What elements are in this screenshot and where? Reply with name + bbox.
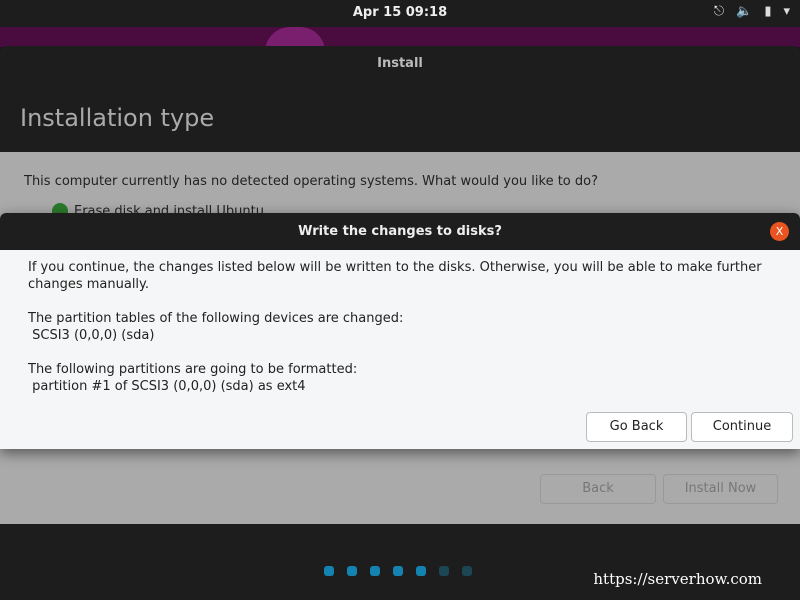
progress-dot: [439, 566, 449, 576]
progress-dots: [324, 566, 472, 576]
volume-icon: 🔈: [736, 4, 753, 19]
partition-tables-label: The partition tables of the following de…: [28, 311, 404, 326]
clock[interactable]: Apr 15 09:18: [0, 5, 800, 20]
progress-dot: [416, 566, 426, 576]
window-title: Install: [377, 56, 423, 71]
partition-list: partition #1 of SCSI3 (0,0,0) (sda) as e…: [28, 379, 306, 394]
dialog-body: If you continue, the changes listed belo…: [0, 250, 800, 421]
menu-arrow-icon: ▾: [783, 4, 790, 19]
install-now-button[interactable]: Install Now: [663, 474, 778, 504]
top-bar: Apr 15 09:18 ⎋ 🔈 ▮ ▾: [0, 0, 800, 27]
progress-dot: [370, 566, 380, 576]
back-button[interactable]: Back: [540, 474, 656, 504]
question-text: This computer currently has no detected …: [24, 174, 598, 189]
page-title: Installation type: [20, 104, 215, 132]
watermark: https://serverhow.com: [593, 570, 762, 588]
wallpaper: [0, 27, 800, 47]
progress-dot: [324, 566, 334, 576]
progress-dot: [462, 566, 472, 576]
continue-button[interactable]: Continue: [691, 412, 793, 442]
system-tray[interactable]: ⎋ 🔈 ▮ ▾: [714, 4, 790, 19]
formatted-label: The following partitions are going to be…: [28, 362, 358, 377]
close-button[interactable]: X: [770, 222, 789, 241]
dialog-title: Write the changes to disks?: [298, 224, 502, 239]
device-list: SCSI3 (0,0,0) (sda): [28, 328, 155, 343]
battery-icon: ▮: [764, 4, 772, 19]
progress-dot: [347, 566, 357, 576]
confirm-dialog: Write the changes to disks? X If you con…: [0, 213, 800, 449]
dialog-header: Write the changes to disks? X: [0, 213, 800, 250]
go-back-button[interactable]: Go Back: [586, 412, 687, 442]
network-icon: ⎋: [713, 4, 725, 19]
dialog-message: If you continue, the changes listed belo…: [28, 260, 762, 292]
progress-dot: [393, 566, 403, 576]
